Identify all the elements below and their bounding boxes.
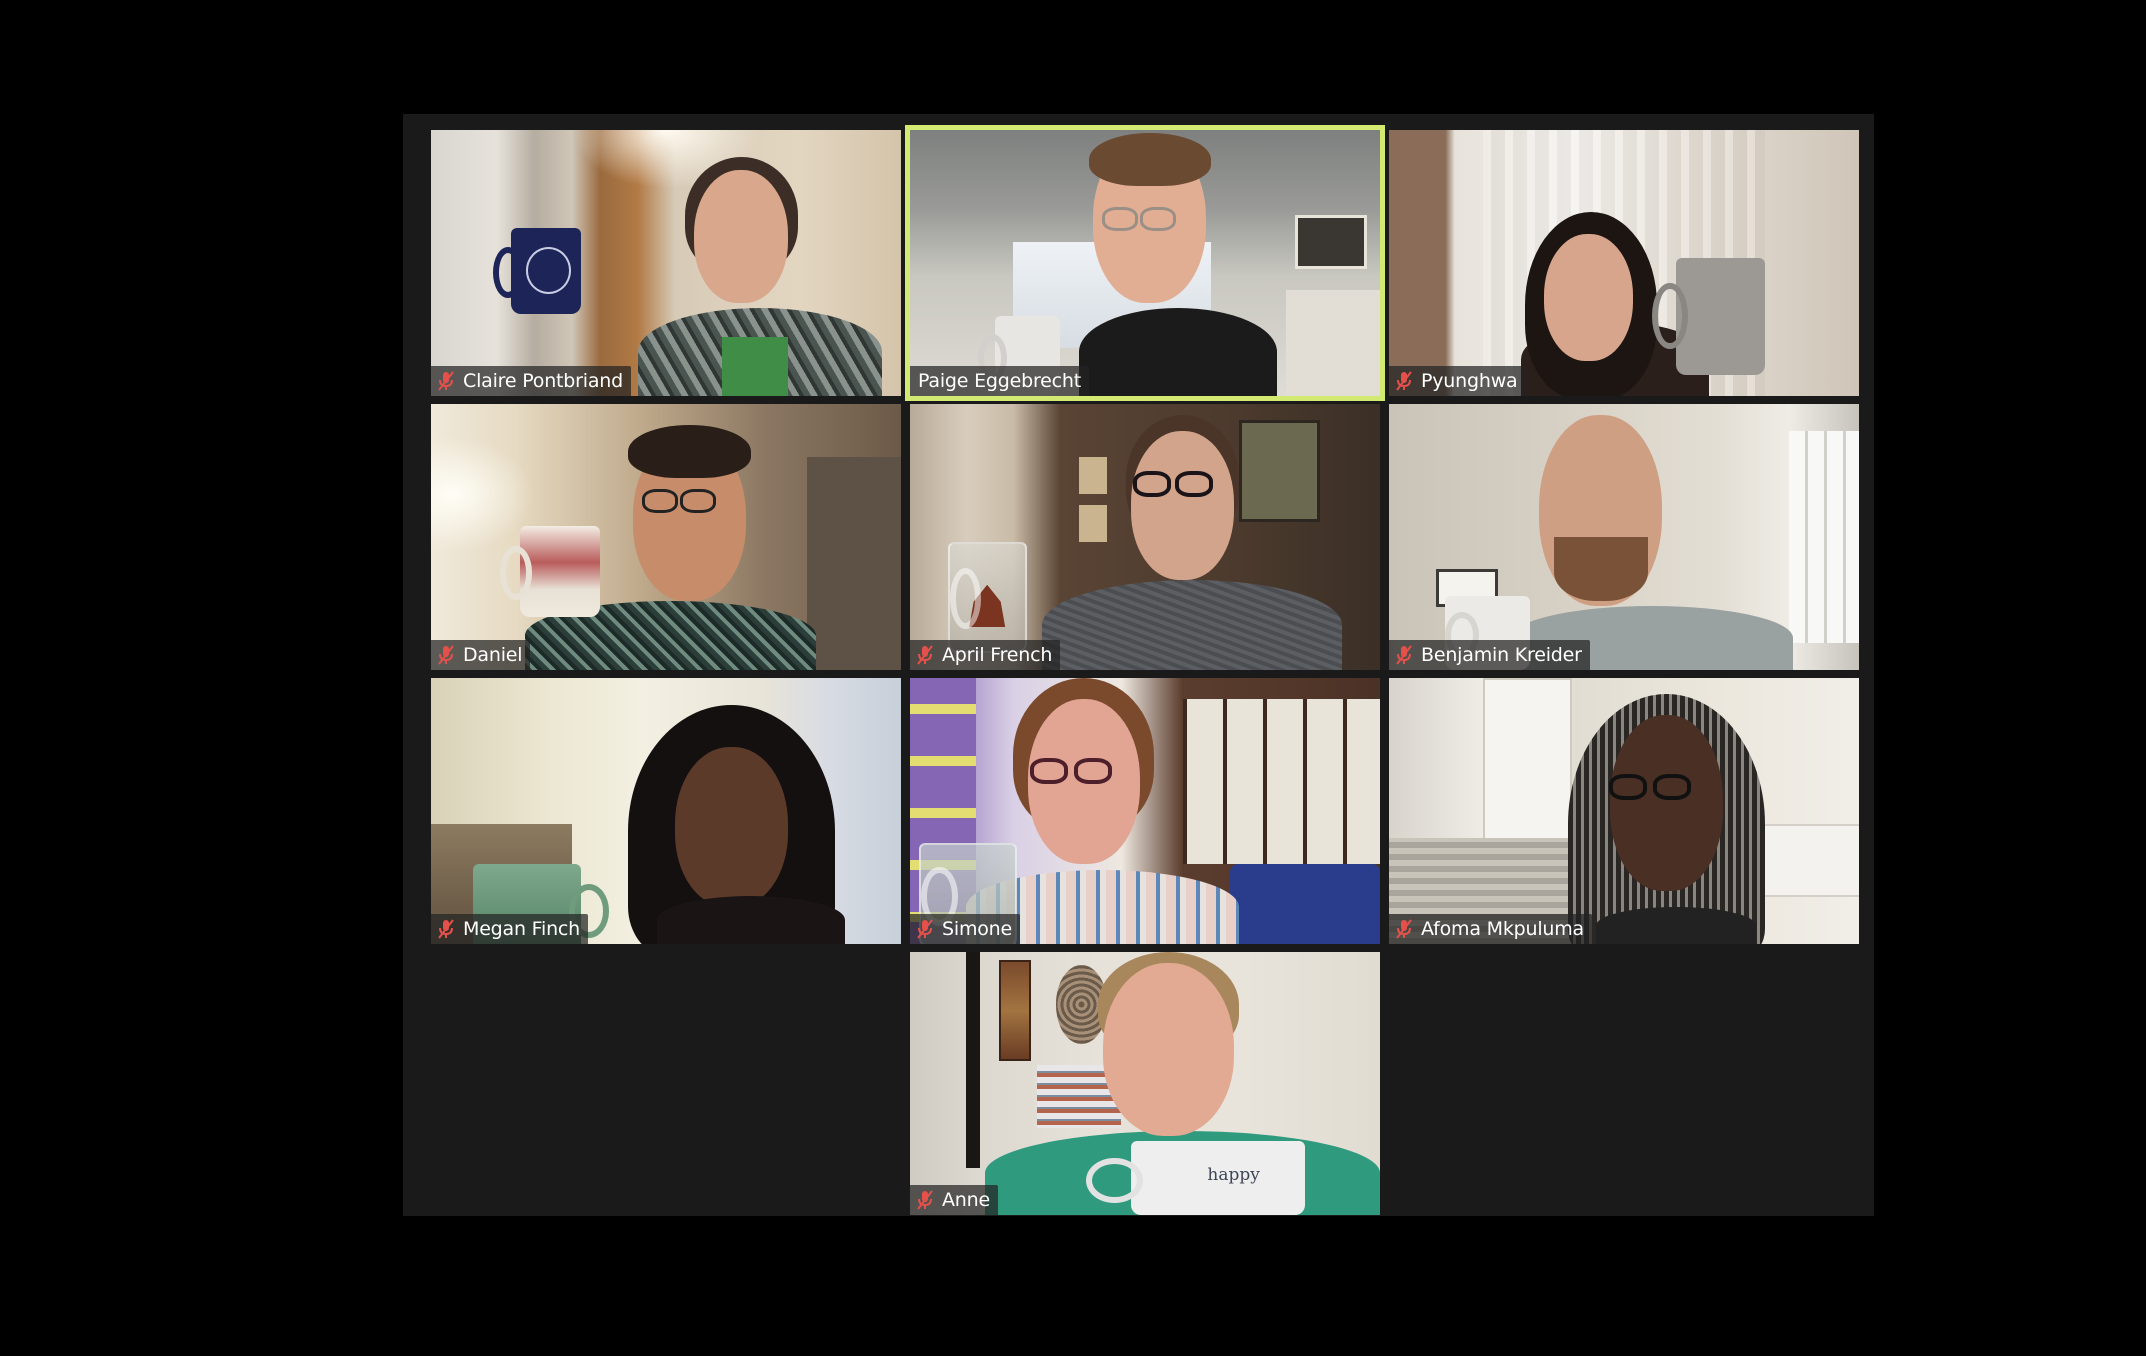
name-label: Pyunghwa [1389,366,1526,396]
video-feed [1389,130,1859,396]
participant-figure [431,404,901,670]
name-label: Megan Finch [431,914,589,944]
participant-name: Daniel [463,644,523,666]
participant-tile-simone[interactable]: Simone [910,678,1380,944]
participant-name: Paige Eggebrecht [918,370,1082,392]
name-label: April French [910,640,1061,670]
video-feed [910,404,1380,670]
muted-microphone-icon [917,1190,933,1210]
participant-tile-benjamin-kreider[interactable]: Benjamin Kreider [1389,404,1859,670]
video-feed [910,678,1380,944]
video-feed [431,130,901,396]
participant-name: Afoma Mkpuluma [1421,918,1584,940]
participant-tile-afoma-mkpuluma[interactable]: Afoma Mkpuluma [1389,678,1859,944]
participant-tile-pyunghwa[interactable]: Pyunghwa [1389,130,1859,396]
mug [499,526,601,617]
participant-tile-claire-pontbriand[interactable]: Claire Pontbriand [431,130,901,396]
video-feed [1389,404,1859,670]
glass [947,542,1027,653]
participant-figure [1389,678,1859,944]
mug [492,228,582,314]
participant-name: April French [942,644,1053,666]
muted-microphone-icon [438,645,454,665]
participant-figure [1389,130,1859,396]
name-label: Paige Eggebrecht [910,366,1090,396]
name-label: Anne [910,1185,998,1215]
participant-name: Pyunghwa [1421,370,1518,392]
mug-text: happy [1207,1164,1260,1185]
video-feed: happy [910,952,1380,1215]
participant-tile-anne[interactable]: happy Anne [910,952,1380,1215]
participant-name: Claire Pontbriand [463,370,623,392]
name-label: Benjamin Kreider [1389,640,1590,670]
name-label: Afoma Mkpuluma [1389,914,1592,944]
name-label: Claire Pontbriand [431,366,631,396]
video-feed [910,130,1380,396]
participant-tile-daniel[interactable]: Daniel [431,404,901,670]
video-feed [1389,678,1859,944]
participant-tile-april-french[interactable]: April French [910,404,1380,670]
mug: happy [1085,1141,1305,1215]
muted-microphone-icon [917,645,933,665]
name-label: Simone [910,914,1021,944]
video-feed [431,404,901,670]
zoom-meeting-window: Claire Pontbriand Paige Eggebrecht Pyung… [0,0,2146,1356]
participant-name: Anne [942,1189,990,1211]
gallery-view: Claire Pontbriand Paige Eggebrecht Pyung… [403,114,1874,1216]
participant-tile-paige-eggebrecht[interactable]: Paige Eggebrecht [905,125,1385,401]
video-feed [431,678,901,944]
participant-name: Megan Finch [463,918,581,940]
participant-name: Benjamin Kreider [1421,644,1582,666]
mug [1652,257,1765,375]
muted-microphone-icon [438,919,454,939]
participant-tile-megan-finch[interactable]: Megan Finch [431,678,901,944]
participant-name: Simone [942,918,1013,940]
muted-microphone-icon [1396,645,1412,665]
name-label: Daniel [431,640,531,670]
muted-microphone-icon [917,919,933,939]
muted-microphone-icon [1396,371,1412,391]
muted-microphone-icon [438,371,454,391]
muted-microphone-icon [1396,919,1412,939]
